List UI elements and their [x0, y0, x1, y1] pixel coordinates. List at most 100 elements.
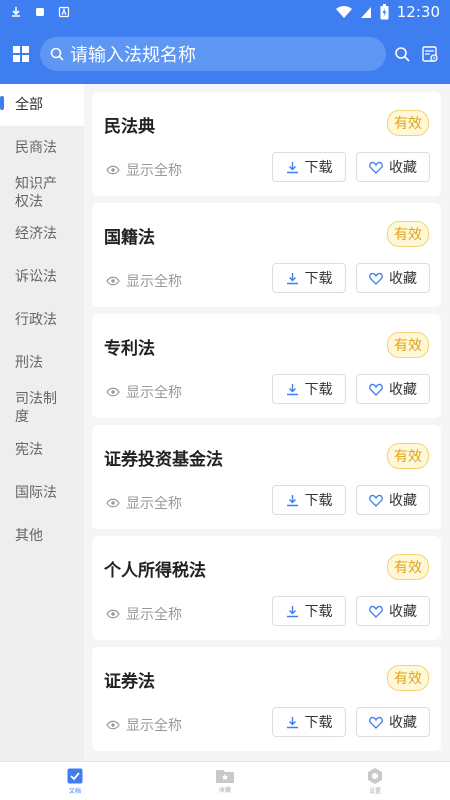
sidebar-item-label: 司法制度 — [15, 391, 57, 425]
law-card[interactable]: 专利法 有效 显示全称 下载 收藏 — [92, 314, 441, 418]
favorite-label: 收藏 — [389, 271, 417, 287]
law-list: 民法典 有效 显示全称 下载 收藏 国籍法 有效 显示全称 下载 收藏 专利法 … — [84, 84, 450, 761]
menu-grid-button[interactable] — [8, 41, 34, 67]
sidebar-item-administrative[interactable]: 行政法 — [0, 311, 84, 329]
sidebar-item-label: 行政法 — [15, 312, 57, 328]
nav-tab-label: 设置 — [368, 787, 381, 795]
search-input[interactable]: 请输入法规名称 — [40, 37, 386, 71]
heart-icon — [369, 272, 383, 285]
sidebar-item-label: 宪法 — [15, 442, 43, 458]
law-title: 个人所得税法 — [104, 561, 206, 581]
sidebar-item-label: 全部 — [15, 97, 43, 113]
folder-star-icon — [216, 770, 234, 783]
sidebar-item-economic[interactable]: 经济法 — [0, 225, 84, 243]
favorite-label: 收藏 — [389, 382, 417, 398]
search-icon — [50, 47, 64, 61]
download-icon — [286, 383, 298, 395]
sidebar-item-international[interactable]: 国际法 — [0, 484, 84, 502]
favorite-button[interactable]: 收藏 — [356, 152, 430, 182]
show-fullname-link[interactable]: 显示全称 — [106, 160, 182, 180]
law-card[interactable]: 国籍法 有效 显示全称 下载 收藏 — [92, 203, 441, 307]
status-badge: 有效 — [387, 554, 429, 580]
favorite-button[interactable]: 收藏 — [356, 374, 430, 404]
nav-tab-label: 收藏 — [218, 787, 231, 794]
favorite-button[interactable]: 收藏 — [356, 263, 430, 293]
nav-tab-settings[interactable]: 设置 — [300, 762, 450, 800]
favorite-button[interactable]: 收藏 — [356, 596, 430, 626]
download-button[interactable]: 下载 — [272, 152, 346, 182]
bottom-navigation: 文档 收藏 设置 — [0, 761, 450, 800]
download-label: 下载 — [304, 160, 333, 176]
status-badge: 有效 — [387, 665, 429, 691]
sidebar-item-label: 诉讼法 — [15, 269, 57, 285]
show-fullname-label: 显示全称 — [126, 496, 182, 512]
status-badge: 有效 — [387, 221, 429, 247]
law-card[interactable]: 民法典 有效 显示全称 下载 收藏 — [92, 92, 441, 196]
show-fullname-link[interactable]: 显示全称 — [106, 493, 182, 513]
sidebar-item-other[interactable]: 其他 — [0, 527, 84, 545]
status-bar: 12:30 — [0, 0, 450, 24]
status-badge: 有效 — [387, 110, 429, 136]
wifi-icon — [335, 6, 352, 18]
sidebar-item-label: 知识产权法 — [15, 176, 57, 210]
download-label: 下载 — [304, 382, 333, 398]
show-fullname-link[interactable]: 显示全称 — [106, 715, 182, 735]
heart-icon — [369, 494, 383, 507]
download-button[interactable]: 下载 — [272, 596, 346, 626]
sidebar-item-constitution[interactable]: 宪法 — [0, 441, 84, 459]
show-fullname-link[interactable]: 显示全称 — [106, 604, 182, 624]
download-icon — [286, 272, 298, 284]
download-icon — [286, 161, 298, 173]
download-icon — [286, 494, 298, 506]
download-label: 下载 — [304, 604, 333, 620]
favorite-button[interactable]: 收藏 — [356, 707, 430, 737]
sidebar-item-criminal[interactable]: 刑法 — [0, 354, 84, 372]
sidebar-item-litigation[interactable]: 诉讼法 — [0, 268, 84, 286]
law-title: 证券法 — [104, 672, 155, 692]
heart-icon — [369, 383, 383, 396]
favorite-button[interactable]: 收藏 — [356, 485, 430, 515]
download-button[interactable]: 下载 — [272, 263, 346, 293]
category-sidebar: 全部 民商法 知识产权法 经济法 诉讼法 行政法 刑法 司法制度 宪法 国际法 … — [0, 84, 84, 761]
eye-icon — [106, 387, 120, 397]
document-icon — [67, 768, 83, 783]
download-label: 下载 — [304, 271, 333, 287]
eye-icon — [106, 609, 120, 619]
status-badge: 有效 — [387, 443, 429, 469]
eye-icon — [106, 276, 120, 286]
show-fullname-link[interactable]: 显示全称 — [106, 271, 182, 291]
sidebar-item-all[interactable]: 全部 — [0, 84, 84, 126]
law-card[interactable]: 证券投资基金法 有效 显示全称 下载 收藏 — [92, 425, 441, 529]
heart-icon — [369, 605, 383, 618]
favorite-label: 收藏 — [389, 493, 417, 509]
nav-tab-favorites[interactable]: 收藏 — [150, 762, 300, 800]
law-title: 国籍法 — [104, 228, 155, 248]
download-button[interactable]: 下载 — [272, 485, 346, 515]
law-card[interactable]: 个人所得税法 有效 显示全称 下载 收藏 — [92, 536, 441, 640]
sidebar-item-label: 国际法 — [15, 485, 57, 501]
status-badge: 有效 — [387, 332, 429, 358]
search-placeholder: 请输入法规名称 — [70, 45, 196, 66]
search-button-icon[interactable] — [394, 46, 410, 62]
heart-icon — [369, 716, 383, 729]
heart-icon — [369, 161, 383, 174]
law-title: 专利法 — [104, 339, 155, 359]
a-notification-icon — [58, 6, 70, 18]
history-icon[interactable] — [422, 46, 438, 62]
show-fullname-link[interactable]: 显示全称 — [106, 382, 182, 402]
download-button[interactable]: 下载 — [272, 707, 346, 737]
sidebar-item-judicial[interactable]: 司法制度 — [0, 390, 60, 426]
eye-icon — [106, 165, 120, 175]
favorite-label: 收藏 — [389, 715, 417, 731]
nav-tab-documents[interactable]: 文档 — [0, 762, 150, 800]
show-fullname-label: 显示全称 — [126, 274, 182, 290]
sidebar-item-ip-law[interactable]: 知识产权法 — [0, 175, 60, 211]
status-time: 12:30 — [396, 3, 440, 21]
download-icon — [286, 605, 298, 617]
grid-icon — [13, 46, 29, 62]
eye-icon — [106, 720, 120, 730]
law-card[interactable]: 证券法 有效 显示全称 下载 收藏 — [92, 647, 441, 751]
download-label: 下载 — [304, 715, 333, 731]
sidebar-item-civil-commercial[interactable]: 民商法 — [0, 139, 84, 157]
download-button[interactable]: 下载 — [272, 374, 346, 404]
